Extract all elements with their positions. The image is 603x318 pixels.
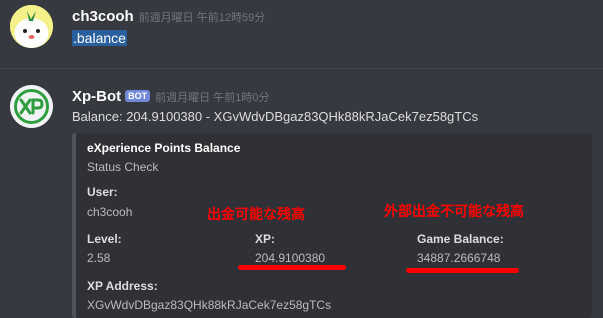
ch3cooh-avatar[interactable] [10,5,53,48]
xpbot-avatar[interactable] [10,85,53,128]
underline-xp [238,265,346,270]
field-level-name: Level: [87,232,122,246]
bot-badge: BOT [125,90,151,102]
selected-command-text: .balance [72,30,127,46]
username-ch3cooh[interactable]: ch3cooh 前週月曜日 午前12時59分 [72,8,265,25]
field-xp-name: XP: [255,232,276,246]
message-content: .balance [72,30,127,46]
message-xpbot: Xp-Bot BOT 前週月曜日 午前1時0分 Balance: 204.91003… [0,76,603,318]
embed-title: eXperience Points Balance [87,141,241,155]
field-game-balance-name: Game Balance: [417,232,504,246]
annotation-withdrawable: 出金可能な残高 [207,206,305,222]
field-game-balance-value: 34887.2666748 [417,251,501,265]
underline-game-balance [406,268,519,273]
field-user-name: User: [87,185,118,199]
field-level-value: 2.58 [87,251,111,265]
field-user-value: ch3cooh [87,205,133,219]
annotation-not-withdrawable: 外部出金不可能な残高 [384,203,524,219]
embed-description: Status Check [87,160,159,174]
message-ch3cooh: ch3cooh 前週月曜日 午前12時59分 .balance [0,0,603,66]
field-xp-address-value: XGvWdvDBgaz83QHk88kRJaCek7ez58gTCs [87,298,332,312]
balance-text: Balance: 204.9100380 - XGvWdvDBgaz83QHk8… [72,109,479,124]
username-xpbot[interactable]: Xp-Bot BOT 前週月曜日 午前1時0分 [72,88,269,105]
field-xp-address-name: XP Address: [87,279,158,293]
message-timestamp: 前週月曜日 午前1時0分 [155,92,270,104]
message-timestamp: 前週月曜日 午前12時59分 [138,12,266,24]
message-divider [0,68,603,69]
balance-embed: eXperience Points Balance Status Check U… [72,133,592,318]
field-xp-value: 204.9100380 [255,251,326,265]
